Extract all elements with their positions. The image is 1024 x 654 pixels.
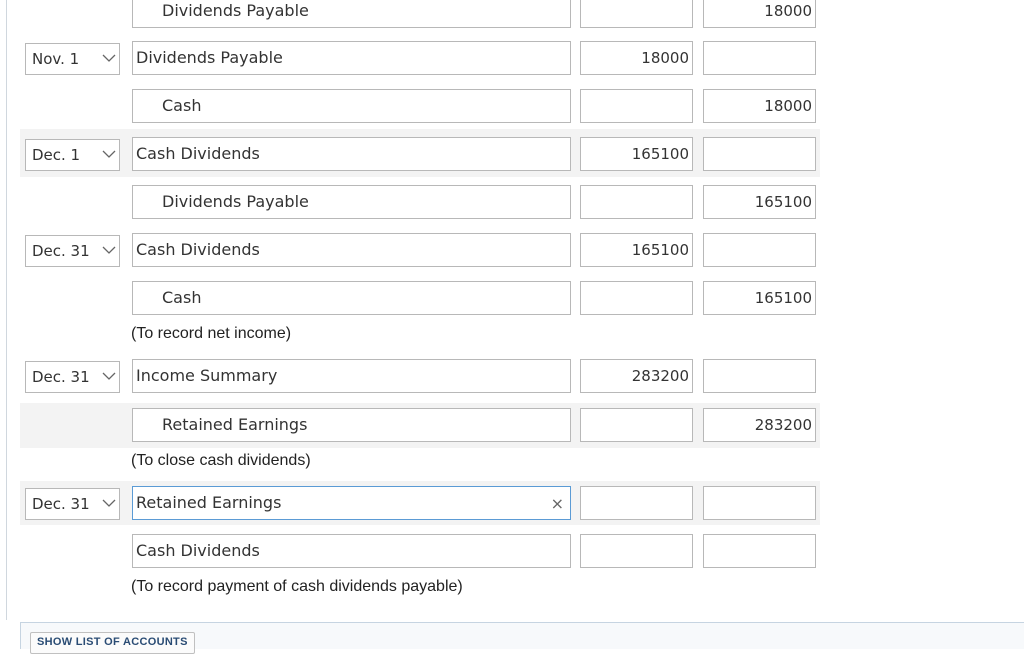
account-field[interactable]: Cash Dividends: [132, 534, 571, 568]
credit-field[interactable]: [703, 41, 816, 75]
debit-field[interactable]: [580, 486, 693, 520]
credit-field[interactable]: 283200: [703, 408, 816, 442]
journal-row: Dec. 31 Retained Earnings ×: [0, 486, 1024, 530]
credit-field[interactable]: 165100: [703, 281, 816, 315]
journal-row: Cash 165100: [0, 281, 1024, 325]
date-value: Dec. 31: [32, 495, 90, 513]
journal-row: Dec. 1 Cash Dividends 165100: [0, 137, 1024, 181]
journal-row: Dividends Payable 18000: [0, 0, 1024, 38]
entry-note: (To record payment of cash dividends pay…: [131, 578, 463, 595]
journal-row: Cash 18000: [0, 89, 1024, 133]
journal-row: Dec. 31 Cash Dividends 165100: [0, 233, 1024, 277]
journal-row: Dividends Payable 165100: [0, 185, 1024, 229]
debit-field[interactable]: 165100: [580, 137, 693, 171]
credit-field[interactable]: 18000: [703, 0, 816, 28]
credit-field[interactable]: [703, 359, 816, 393]
journal-row: Dec. 31 Income Summary 283200: [0, 359, 1024, 403]
date-select[interactable]: Dec. 31: [25, 235, 120, 267]
account-value: Retained Earnings: [136, 493, 282, 512]
date-select[interactable]: Dec. 31: [25, 361, 120, 393]
date-value: Dec. 31: [32, 368, 90, 386]
journal-row: Retained Earnings 283200: [0, 408, 1024, 452]
debit-field[interactable]: [580, 89, 693, 123]
debit-field[interactable]: [580, 534, 693, 568]
chevron-down-icon: [102, 499, 116, 507]
date-value: Dec. 1: [32, 146, 81, 164]
debit-field[interactable]: [580, 0, 693, 28]
debit-field[interactable]: [580, 185, 693, 219]
credit-field[interactable]: [703, 137, 816, 171]
debit-field[interactable]: 18000: [580, 41, 693, 75]
account-field[interactable]: Income Summary: [132, 359, 571, 393]
credit-field[interactable]: [703, 233, 816, 267]
journal-row: Nov. 1 Dividends Payable 18000: [0, 41, 1024, 85]
account-field[interactable]: Retained Earnings ×: [132, 486, 571, 520]
debit-field[interactable]: 283200: [580, 359, 693, 393]
account-field[interactable]: Cash: [132, 281, 571, 315]
account-field[interactable]: Retained Earnings: [132, 408, 571, 442]
date-select[interactable]: Dec. 1: [25, 139, 120, 171]
debit-field[interactable]: [580, 281, 693, 315]
show-list-of-accounts-button[interactable]: SHOW LIST OF ACCOUNTS: [30, 632, 195, 654]
account-field[interactable]: Dividends Payable: [132, 0, 571, 28]
entry-note: (To record net income): [131, 325, 292, 342]
chevron-down-icon: [102, 246, 116, 254]
account-field[interactable]: Cash Dividends: [132, 137, 571, 171]
account-field[interactable]: Dividends Payable: [132, 185, 571, 219]
chevron-down-icon: [102, 372, 116, 380]
credit-field[interactable]: [703, 486, 816, 520]
debit-field[interactable]: 165100: [580, 233, 693, 267]
credit-field[interactable]: 18000: [703, 89, 816, 123]
chevron-down-icon: [102, 150, 116, 158]
date-select[interactable]: Dec. 31: [25, 488, 120, 520]
journal-row: Cash Dividends: [0, 534, 1024, 578]
credit-field[interactable]: 165100: [703, 185, 816, 219]
account-field[interactable]: Cash Dividends: [132, 233, 571, 267]
account-field[interactable]: Cash: [132, 89, 571, 123]
debit-field[interactable]: [580, 408, 693, 442]
credit-field[interactable]: [703, 534, 816, 568]
date-value: Dec. 31: [32, 242, 90, 260]
account-field[interactable]: Dividends Payable: [132, 41, 571, 75]
date-select[interactable]: Nov. 1: [25, 43, 120, 75]
clear-icon[interactable]: ×: [551, 488, 564, 520]
entry-note: (To close cash dividends): [131, 452, 311, 469]
chevron-down-icon: [102, 54, 116, 62]
date-value: Nov. 1: [32, 50, 80, 68]
